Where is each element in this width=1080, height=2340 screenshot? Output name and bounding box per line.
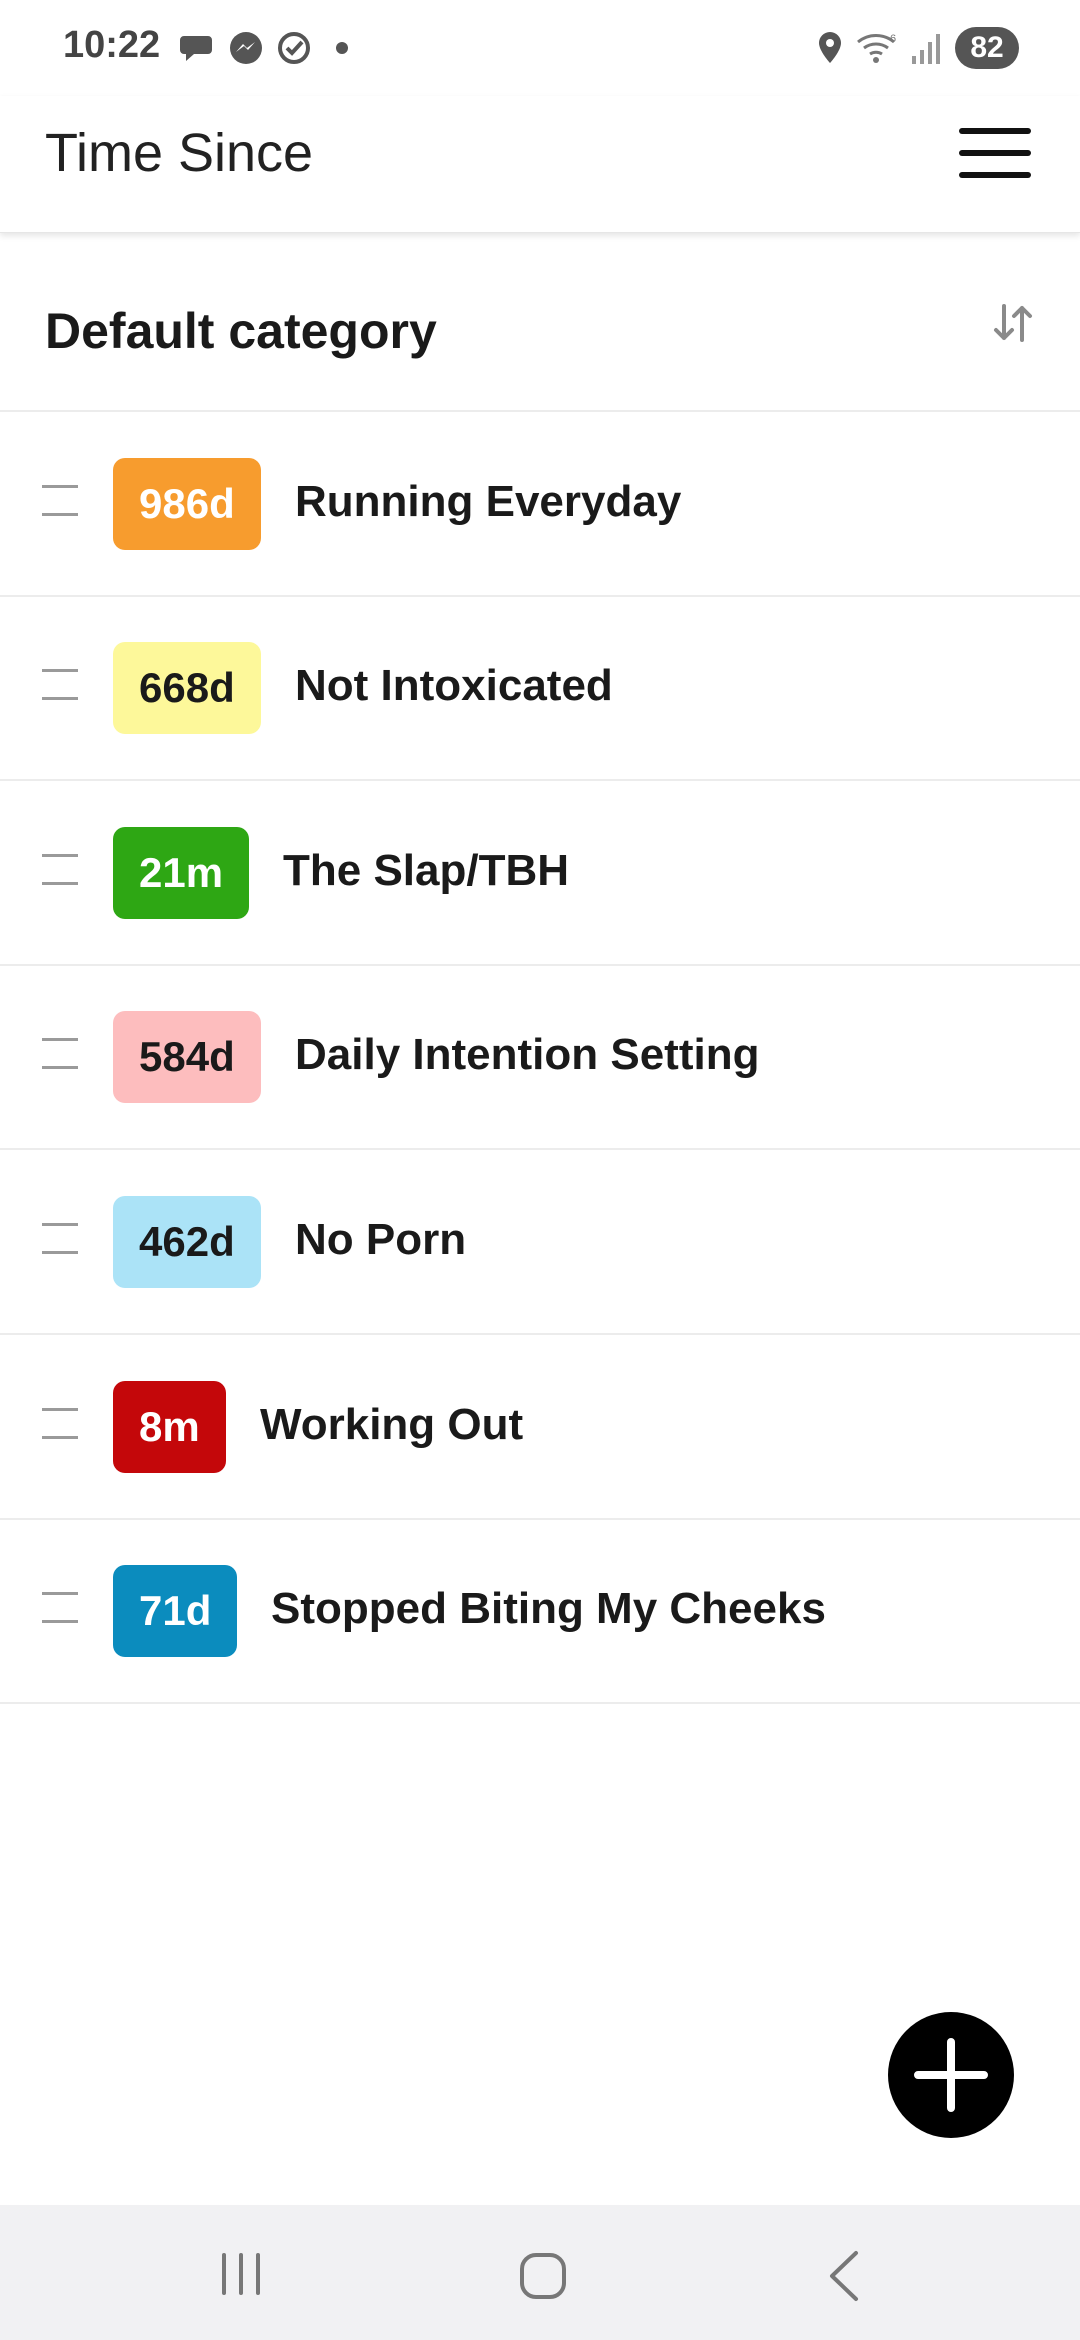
home-icon[interactable] xyxy=(518,2251,568,2301)
status-time: 10:22 xyxy=(63,24,161,66)
item-label: The Slap/TBH xyxy=(283,846,570,895)
time-badge: 71d xyxy=(113,1565,238,1657)
recent-apps-icon[interactable] xyxy=(216,2251,266,2297)
app-title: Time Since xyxy=(45,123,314,183)
location-icon xyxy=(819,32,841,63)
dot-icon xyxy=(336,42,348,54)
drag-handle-icon[interactable] xyxy=(42,1038,80,1070)
drag-handle-icon[interactable] xyxy=(42,485,80,517)
drag-handle-icon[interactable] xyxy=(42,854,80,886)
battery-level: 82 xyxy=(955,27,1019,69)
list-item[interactable]: 21m The Slap/TBH xyxy=(0,780,1080,966)
system-nav-bar xyxy=(0,2205,1080,2340)
chat-bubble-icon xyxy=(180,36,212,61)
svg-text:6: 6 xyxy=(890,33,896,45)
time-badge: 21m xyxy=(113,827,250,919)
item-label: Stopped Biting My Cheeks xyxy=(271,1584,826,1633)
list-item[interactable]: 462d No Porn xyxy=(0,1149,1080,1335)
list-item[interactable]: 71d Stopped Biting My Cheeks xyxy=(0,1518,1080,1704)
time-badge: 8m xyxy=(113,1381,226,1473)
drag-handle-icon[interactable] xyxy=(42,1223,80,1255)
item-label: Working Out xyxy=(260,1400,524,1449)
drag-handle-icon[interactable] xyxy=(42,669,80,701)
screen: 10:22 6 82 Time Since Default category 9… xyxy=(0,0,1080,2340)
time-badge: 462d xyxy=(113,1196,261,1288)
messenger-icon xyxy=(230,32,262,64)
drag-handle-icon[interactable] xyxy=(42,1408,80,1440)
list-item[interactable]: 8m Working Out xyxy=(0,1334,1080,1520)
status-bar: 10:22 6 82 xyxy=(0,0,1080,96)
list-item[interactable]: 668d Not Intoxicated xyxy=(0,595,1080,781)
time-badge: 986d xyxy=(113,458,261,550)
category-header: Default category xyxy=(0,234,1080,412)
add-item-button[interactable] xyxy=(888,2012,1014,2138)
hamburger-menu-icon[interactable] xyxy=(955,124,1035,184)
list-item[interactable]: 584d Daily Intention Setting xyxy=(0,964,1080,1150)
check-circle-icon xyxy=(278,32,310,64)
item-label: Daily Intention Setting xyxy=(295,1030,760,1079)
time-badge: 668d xyxy=(113,642,261,734)
list-item[interactable]: 986d Running Everyday xyxy=(0,411,1080,597)
time-badge: 584d xyxy=(113,1011,261,1103)
drag-handle-icon[interactable] xyxy=(42,1592,80,1624)
item-label: No Porn xyxy=(295,1215,467,1264)
back-icon[interactable] xyxy=(824,2249,864,2303)
category-title: Default category xyxy=(45,303,437,359)
item-label: Running Everyday xyxy=(295,477,682,526)
item-label: Not Intoxicated xyxy=(295,661,613,710)
app-bar: Time Since xyxy=(0,96,1080,233)
wifi-icon: 6 xyxy=(857,33,896,63)
signal-icon xyxy=(912,34,940,64)
plus-icon xyxy=(914,2038,988,2112)
sort-arrows-icon[interactable] xyxy=(990,300,1036,346)
